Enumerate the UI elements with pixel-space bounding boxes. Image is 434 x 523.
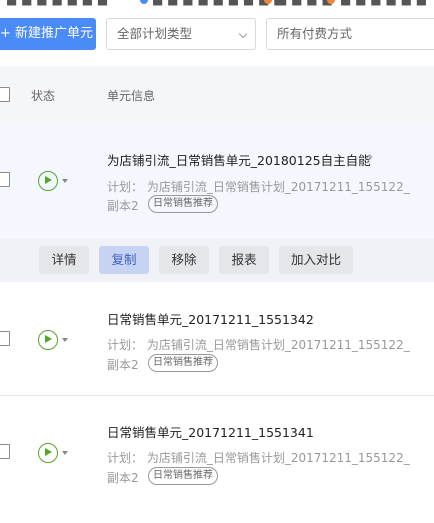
status-dropdown-icon[interactable] <box>62 179 68 183</box>
add-compare-button[interactable]: 加入对比 <box>279 246 353 274</box>
remove-button[interactable]: 移除 <box>159 246 209 274</box>
blue-dot-icon <box>140 0 148 4</box>
play-status-icon[interactable] <box>38 443 58 463</box>
report-button[interactable]: 报表 <box>219 246 269 274</box>
edit-pencil-icon[interactable] <box>360 152 374 166</box>
plan-text: 计划： 为店铺引流_日常销售计划_20171211_155122_ <box>107 180 410 194</box>
plan-type-select-value: 全部计划类型 <box>117 26 193 41</box>
sales-recommend-tag: 日常销售推荐 <box>148 195 218 213</box>
plan-type-select[interactable]: 全部计划类型 <box>106 18 256 50</box>
top-strip-cutoff: ■ ■ ■ ■ ■ ■ ■ ■ ■ ■ ■ ■ ■ ■ ■ ■ ■ ■ ■ ■ … <box>0 0 434 6</box>
details-button[interactable]: 详情 <box>39 246 89 274</box>
plan-copy-suffix: 副本2 <box>107 471 139 485</box>
row-checkbox[interactable] <box>0 444 10 459</box>
row-checkbox[interactable] <box>0 331 10 346</box>
header-unit-info: 单元信息 <box>107 89 156 103</box>
sales-recommend-tag: 日常销售推荐 <box>148 354 218 372</box>
plan-copy-suffix: 副本2 <box>107 199 139 213</box>
unit-name[interactable]: 日常销售单元_20171211_1551341 <box>107 422 314 441</box>
select-all-checkbox[interactable] <box>0 87 10 102</box>
table-row: 为店铺引流_日常销售单元_20180125自主自能 计划： 为店铺引流_日常销售… <box>0 124 434 282</box>
unit-name[interactable]: 日常销售单元_20171211_1551342 <box>107 309 314 328</box>
row-actions-bar: 详情 复制 移除 报表 加入对比 <box>0 239 434 282</box>
status-dropdown-icon[interactable] <box>62 338 68 342</box>
plan-text: 计划： 为店铺引流_日常销售计划_20171211_155122_ <box>107 451 410 465</box>
row-checkbox[interactable] <box>0 172 10 187</box>
new-unit-button[interactable]: + 新建推广单元 <box>0 18 96 50</box>
toolbar: + 新建推广单元 全部计划类型 所有付费方式 <box>0 18 434 50</box>
header-status: 状态 <box>31 89 56 103</box>
plan-copy-suffix: 副本2 <box>107 358 139 372</box>
payment-select-value: 所有付费方式 <box>277 26 353 41</box>
orange-dot-icon-2 <box>327 0 335 4</box>
sales-recommend-tag: 日常销售推荐 <box>148 467 218 485</box>
table-row: 日常销售单元_20171211_1551341 计划： 为店铺引流_日常销售计划… <box>0 397 434 510</box>
copy-button[interactable]: 复制 <box>99 246 149 274</box>
table-header: 状态 单元信息 <box>0 66 434 124</box>
play-status-icon[interactable] <box>38 330 58 350</box>
table-row: 日常销售单元_20171211_1551342 计划： 为店铺引流_日常销售计划… <box>0 283 434 396</box>
payment-select[interactable]: 所有付费方式 <box>266 18 434 50</box>
unit-name[interactable]: 为店铺引流_日常销售单元_20180125自主自能 <box>107 150 371 169</box>
play-status-icon[interactable] <box>38 171 58 191</box>
status-dropdown-icon[interactable] <box>62 451 68 455</box>
plan-text: 计划： 为店铺引流_日常销售计划_20171211_155122_ <box>107 338 410 352</box>
chevron-down-icon <box>238 29 248 39</box>
